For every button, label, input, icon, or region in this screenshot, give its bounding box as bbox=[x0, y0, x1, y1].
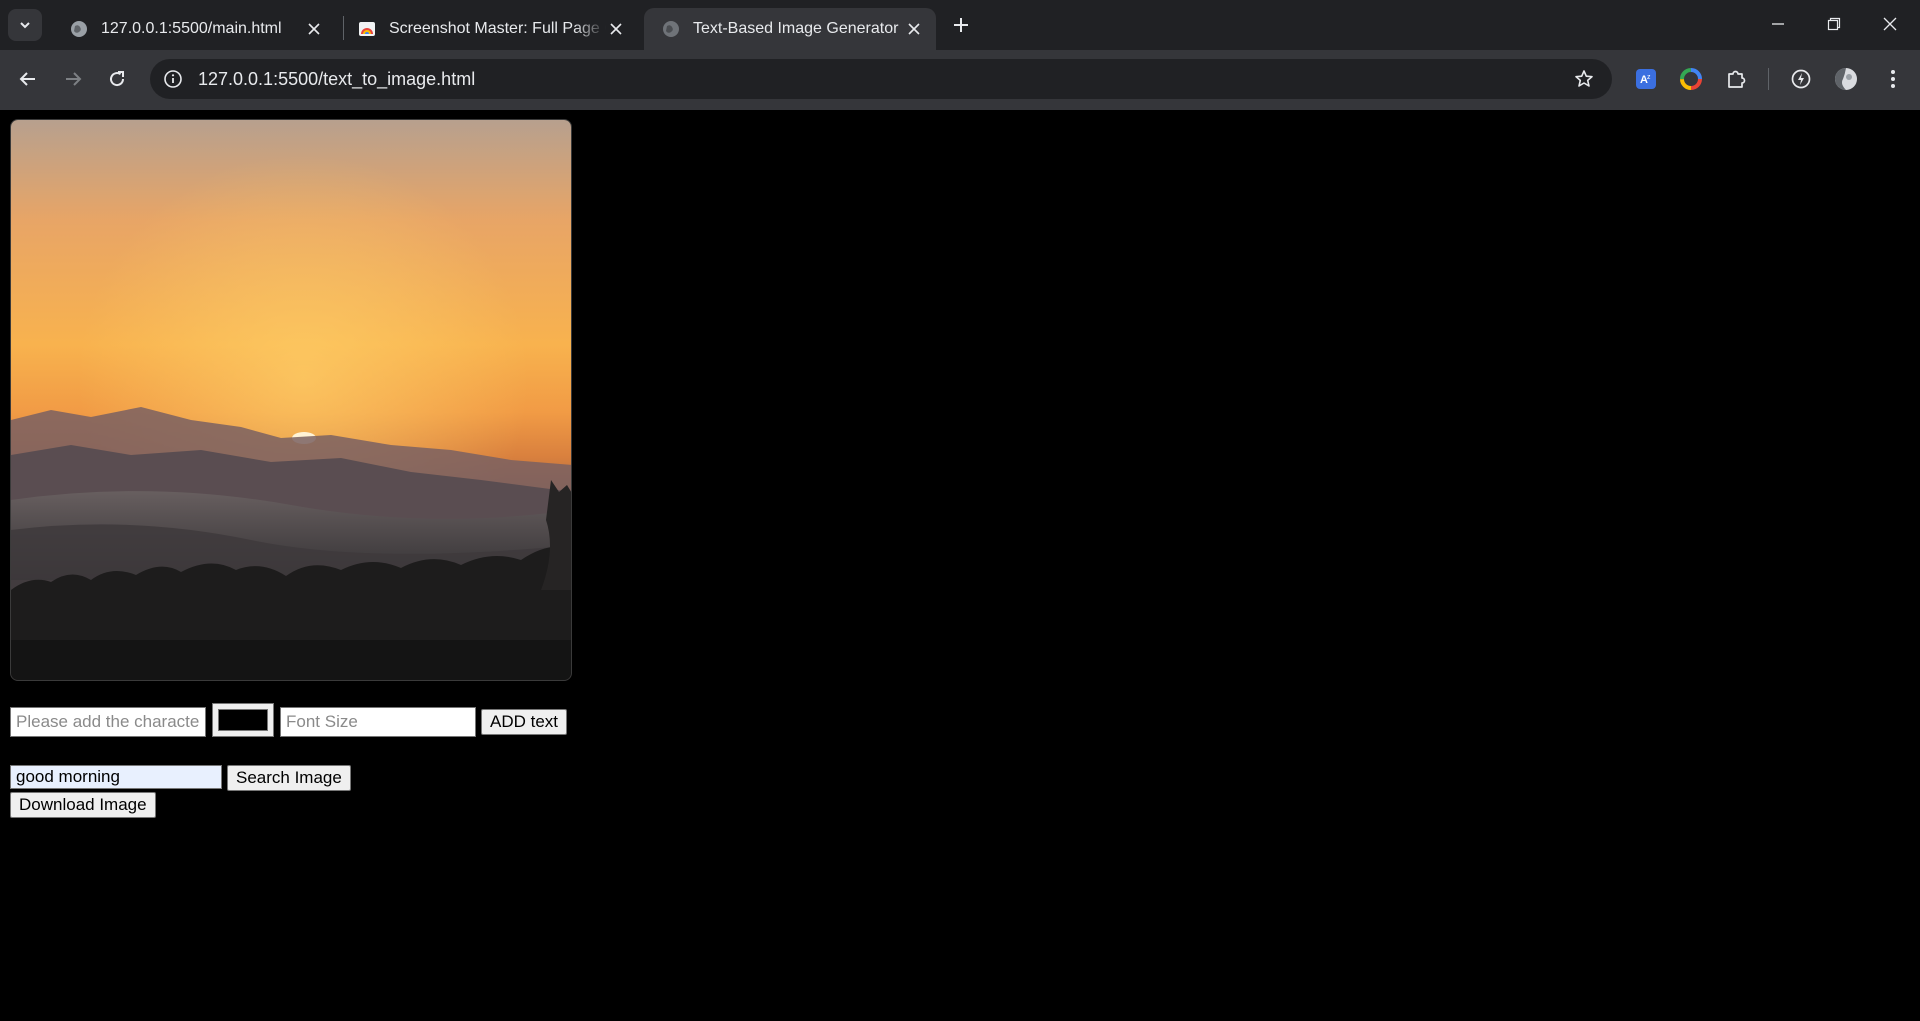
plus-icon bbox=[954, 18, 968, 32]
close-icon[interactable] bbox=[304, 19, 324, 39]
globe-icon bbox=[70, 20, 88, 38]
page-content: ADD text Search Image Download Image bbox=[0, 110, 1920, 1021]
svg-text:z: z bbox=[1647, 74, 1651, 81]
tab-search-button[interactable] bbox=[8, 9, 42, 41]
add-text-button[interactable]: ADD text bbox=[481, 709, 568, 735]
generated-image-canvas bbox=[10, 119, 572, 681]
restore-button[interactable] bbox=[1806, 0, 1862, 48]
browser-toolbar: 127.0.0.1:5500/text_to_image.html Az bbox=[0, 50, 1920, 160]
tab-text-image-generator[interactable]: Text-Based Image Generator bbox=[644, 8, 936, 50]
globe-icon bbox=[662, 20, 680, 38]
color-picker[interactable] bbox=[212, 703, 274, 737]
tab-main[interactable]: 127.0.0.1:5500/main.html bbox=[52, 8, 336, 50]
chevron-down-icon bbox=[20, 22, 30, 29]
search-image-button[interactable]: Search Image bbox=[227, 765, 351, 791]
minimize-button[interactable] bbox=[1750, 0, 1806, 48]
menu-icon[interactable] bbox=[1880, 66, 1906, 92]
font-size-input[interactable] bbox=[280, 707, 476, 737]
performance-icon[interactable] bbox=[1788, 66, 1814, 92]
search-input[interactable] bbox=[10, 765, 222, 789]
bookmark-star-icon[interactable] bbox=[1570, 65, 1598, 93]
arrow-right-icon bbox=[66, 72, 82, 86]
address-bar[interactable]: 127.0.0.1:5500/text_to_image.html bbox=[150, 59, 1612, 99]
back-button[interactable] bbox=[11, 62, 45, 96]
screenshot-master-icon bbox=[358, 20, 376, 38]
close-window-button[interactable] bbox=[1862, 0, 1918, 48]
tab-title: 127.0.0.1:5500/main.html bbox=[101, 20, 282, 37]
color-wheel-icon[interactable] bbox=[1678, 66, 1704, 92]
close-icon bbox=[1883, 17, 1897, 31]
restore-icon bbox=[1827, 17, 1841, 31]
url-text: 127.0.0.1:5500/text_to_image.html bbox=[198, 68, 476, 89]
tab-screenshot-master[interactable]: Screenshot Master: Full Page Ca bbox=[340, 8, 638, 50]
character-input[interactable] bbox=[10, 707, 206, 737]
tab-strip: 127.0.0.1:5500/main.html Screenshot Mast… bbox=[0, 0, 1920, 50]
forward-button[interactable] bbox=[56, 62, 90, 96]
minimize-icon bbox=[1772, 23, 1784, 25]
tab-title: Screenshot Master: Full Page Ca bbox=[389, 20, 606, 37]
close-icon[interactable] bbox=[606, 19, 626, 39]
reload-icon bbox=[110, 71, 125, 87]
download-image-button[interactable]: Download Image bbox=[10, 792, 156, 818]
sunrise-landscape-image bbox=[11, 120, 571, 680]
puzzle-icon[interactable] bbox=[1723, 66, 1749, 92]
tab-title: Text-Based Image Generator bbox=[693, 20, 899, 37]
new-tab-button[interactable] bbox=[946, 10, 976, 40]
reload-button[interactable] bbox=[100, 62, 134, 96]
profile-icon[interactable] bbox=[1833, 66, 1859, 92]
color-picker-swatch bbox=[218, 709, 268, 731]
translate-icon[interactable]: Az bbox=[1633, 66, 1659, 92]
info-icon[interactable] bbox=[162, 68, 184, 90]
close-icon[interactable] bbox=[904, 19, 924, 39]
arrow-left-icon bbox=[19, 72, 35, 86]
